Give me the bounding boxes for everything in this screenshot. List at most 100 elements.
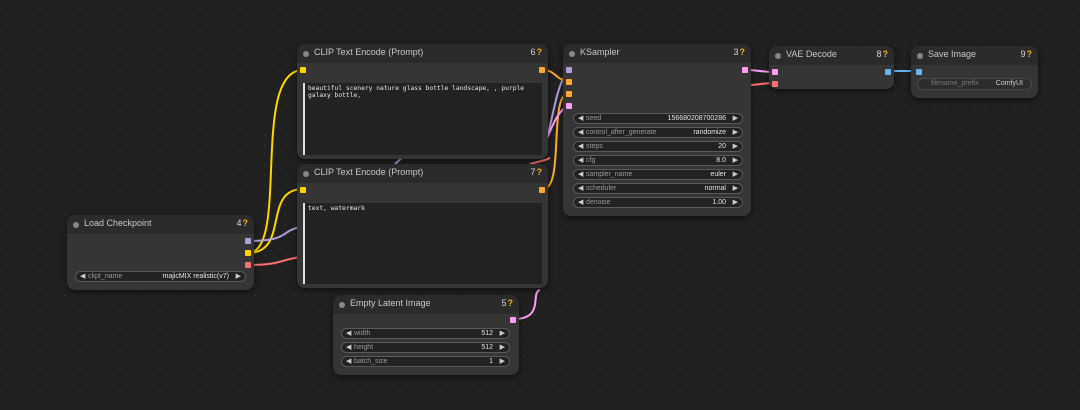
scheduler-widget[interactable]: ◀ scheduler normal ▶ — [573, 183, 743, 194]
node-header[interactable]: CLIP Text Encode (Prompt) 6? — [297, 44, 548, 63]
collapse-dot-icon[interactable] — [569, 51, 575, 57]
save-image-node[interactable]: Save Image 9? filename_prefix ComfyUI — [911, 46, 1038, 98]
batch-size-widget[interactable]: ◀ batch_size 1 ▶ — [341, 356, 510, 367]
model-output-port[interactable] — [245, 238, 251, 244]
left-arrow-icon[interactable]: ◀ — [578, 156, 583, 165]
widget-value: 512 — [481, 344, 493, 351]
node-header[interactable]: Load Checkpoint 4? — [67, 215, 254, 234]
latent-output-port[interactable] — [510, 317, 516, 323]
empty-latent-image-node[interactable]: Empty Latent Image 5? ◀ width 512 ▶ ◀ he… — [333, 295, 519, 375]
clip-output-port[interactable] — [245, 250, 251, 256]
prompt-text-area[interactable]: text, watermark — [303, 203, 542, 284]
latent-input-port[interactable] — [566, 103, 572, 109]
node-id: 9? — [1020, 49, 1032, 59]
right-arrow-icon[interactable]: ▶ — [236, 272, 241, 281]
node-title: CLIP Text Encode (Prompt) — [314, 167, 424, 177]
widget-label: batch_size — [354, 358, 388, 365]
right-arrow-icon[interactable]: ▶ — [733, 128, 738, 137]
control-after-generate-widget[interactable]: ◀ control_after_generate randomize ▶ — [573, 127, 743, 138]
conditioning-output-port[interactable] — [539, 187, 545, 193]
node-id: 3? — [733, 47, 745, 57]
widget-label: denoise — [586, 199, 611, 206]
widget-label: filename_prefix — [931, 80, 979, 87]
collapse-dot-icon[interactable] — [917, 53, 923, 59]
left-arrow-icon[interactable]: ◀ — [346, 357, 351, 366]
node-header[interactable]: VAE Decode 8? — [769, 46, 894, 65]
prompt-text-area[interactable]: beautiful scenery nature glass bottle la… — [303, 83, 542, 155]
widget-value: randomize — [693, 129, 726, 136]
right-arrow-icon[interactable]: ▶ — [500, 343, 505, 352]
node-title: CLIP Text Encode (Prompt) — [314, 47, 424, 57]
collapse-dot-icon[interactable] — [73, 222, 79, 228]
positive-input-port[interactable] — [566, 79, 572, 85]
widget-label: ckpt_name — [88, 273, 123, 280]
node-header[interactable]: CLIP Text Encode (Prompt) 7? — [297, 164, 548, 183]
left-arrow-icon[interactable]: ◀ — [578, 184, 583, 193]
latent-output-port[interactable] — [742, 67, 748, 73]
node-title: VAE Decode — [786, 49, 837, 59]
ksampler-node[interactable]: KSampler 3? ◀ seed 156680208700286 ▶ ◀ c… — [563, 44, 751, 216]
widget-value: ComfyUI — [995, 80, 1023, 87]
wire-vae-to-decode — [247, 256, 301, 266]
conditioning-output-port[interactable] — [539, 67, 545, 73]
collapse-dot-icon[interactable] — [303, 51, 309, 57]
width-widget[interactable]: ◀ width 512 ▶ — [341, 328, 510, 339]
load-checkpoint-node[interactable]: Load Checkpoint 4? ◀ ckpt_name majicMIX … — [67, 215, 254, 290]
vae-output-port[interactable] — [245, 262, 251, 268]
clip-text-encode-positive-node[interactable]: CLIP Text Encode (Prompt) 6? beautiful s… — [297, 44, 548, 159]
vae-input-port[interactable] — [772, 81, 778, 87]
right-arrow-icon[interactable]: ▶ — [733, 156, 738, 165]
node-title: Save Image — [928, 49, 977, 59]
widget-label: cfg — [586, 157, 596, 164]
seed-widget[interactable]: ◀ seed 156680208700286 ▶ — [573, 113, 743, 124]
image-output-port[interactable] — [885, 69, 891, 75]
wire-clip-to-negative — [247, 188, 304, 254]
widget-label: sampler_name — [586, 171, 633, 178]
node-header[interactable]: KSampler 3? — [563, 44, 751, 63]
widget-value: majicMIX realistic(v7) — [162, 273, 229, 280]
filename-prefix-field[interactable]: filename_prefix ComfyUI — [917, 78, 1032, 90]
ckpt-name-combo[interactable]: ◀ ckpt_name majicMIX realistic(v7) ▶ — [75, 271, 246, 282]
node-header[interactable]: Save Image 9? — [911, 46, 1038, 65]
model-input-port[interactable] — [566, 67, 572, 73]
left-arrow-icon[interactable]: ◀ — [578, 114, 583, 123]
node-id: 6? — [530, 47, 542, 57]
collapse-dot-icon[interactable] — [303, 171, 309, 177]
widget-value: euler — [710, 171, 726, 178]
left-arrow-icon[interactable]: ◀ — [578, 198, 583, 207]
vae-decode-node[interactable]: VAE Decode 8? — [769, 46, 894, 89]
node-header[interactable]: Empty Latent Image 5? — [333, 295, 519, 314]
left-arrow-icon[interactable]: ◀ — [80, 272, 85, 281]
widget-value: 512 — [481, 330, 493, 337]
negative-input-port[interactable] — [566, 91, 572, 97]
collapse-dot-icon[interactable] — [775, 53, 781, 59]
widget-label: seed — [586, 115, 602, 122]
clip-input-port[interactable] — [300, 187, 306, 193]
sampler-name-widget[interactable]: ◀ sampler_name euler ▶ — [573, 169, 743, 180]
collapse-dot-icon[interactable] — [339, 302, 345, 308]
images-input-port[interactable] — [916, 69, 922, 75]
cfg-widget[interactable]: ◀ cfg 8.0 ▶ — [573, 155, 743, 166]
right-arrow-icon[interactable]: ▶ — [733, 170, 738, 179]
left-arrow-icon[interactable]: ◀ — [578, 142, 583, 151]
clip-text-encode-negative-node[interactable]: CLIP Text Encode (Prompt) 7? text, water… — [297, 164, 548, 288]
node-id: 5? — [501, 298, 513, 308]
left-arrow-icon[interactable]: ◀ — [578, 128, 583, 137]
left-arrow-icon[interactable]: ◀ — [346, 329, 351, 338]
denoise-widget[interactable]: ◀ denoise 1.00 ▶ — [573, 197, 743, 208]
node-title: Load Checkpoint — [84, 218, 152, 228]
right-arrow-icon[interactable]: ▶ — [500, 357, 505, 366]
clip-input-port[interactable] — [300, 67, 306, 73]
right-arrow-icon[interactable]: ▶ — [733, 184, 738, 193]
right-arrow-icon[interactable]: ▶ — [733, 142, 738, 151]
steps-widget[interactable]: ◀ steps 20 ▶ — [573, 141, 743, 152]
widget-label: steps — [586, 143, 603, 150]
left-arrow-icon[interactable]: ◀ — [578, 170, 583, 179]
samples-input-port[interactable] — [772, 69, 778, 75]
left-arrow-icon[interactable]: ◀ — [346, 343, 351, 352]
height-widget[interactable]: ◀ height 512 ▶ — [341, 342, 510, 353]
right-arrow-icon[interactable]: ▶ — [733, 198, 738, 207]
right-arrow-icon[interactable]: ▶ — [500, 329, 505, 338]
right-arrow-icon[interactable]: ▶ — [733, 114, 738, 123]
widget-value: 1 — [489, 358, 493, 365]
